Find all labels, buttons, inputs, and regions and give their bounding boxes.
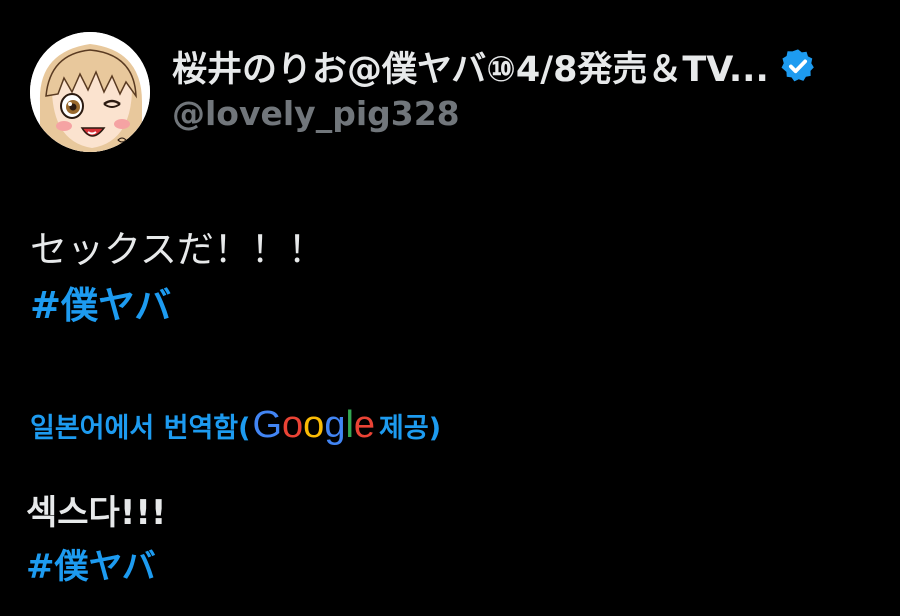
hashtag-link[interactable]: #僕ヤバ	[30, 278, 325, 334]
tweet-text: セックスだ！！！	[30, 228, 325, 271]
translation-attribution[interactable]: 일본어에서 번역함( Google 제공)	[30, 400, 441, 450]
translation-label-prefix: 일본어에서 번역함(	[30, 412, 251, 444]
tweet-body: セックスだ！！！ #僕ヤバ	[30, 222, 325, 334]
display-name[interactable]: 桜井のりお@僕ヤバ⑩4/8発売＆TV...	[172, 41, 769, 92]
google-letter-l: l	[345, 403, 354, 446]
author-handle[interactable]: @lovely_pig328	[172, 94, 460, 133]
avatar-illustration	[30, 32, 150, 152]
translated-text: 섹스다!!!	[26, 493, 167, 533]
translated-body: 섹스다!!! #僕ヤバ	[26, 486, 166, 594]
translation-label-suffix: 제공)	[379, 412, 442, 444]
translated-hashtag-link[interactable]: #僕ヤバ	[26, 540, 166, 594]
google-letter-g2: g	[324, 403, 346, 446]
google-letter-g: G	[252, 403, 283, 446]
author-name-row[interactable]: 桜井のりお@僕ヤバ⑩4/8発売＆TV...	[172, 40, 817, 92]
google-letter-o1: o	[282, 403, 304, 446]
google-letter-e: e	[353, 403, 376, 446]
verified-badge-icon	[779, 47, 817, 85]
google-logo: Google	[252, 404, 375, 447]
google-letter-o2: o	[303, 403, 325, 446]
avatar[interactable]	[30, 32, 150, 152]
